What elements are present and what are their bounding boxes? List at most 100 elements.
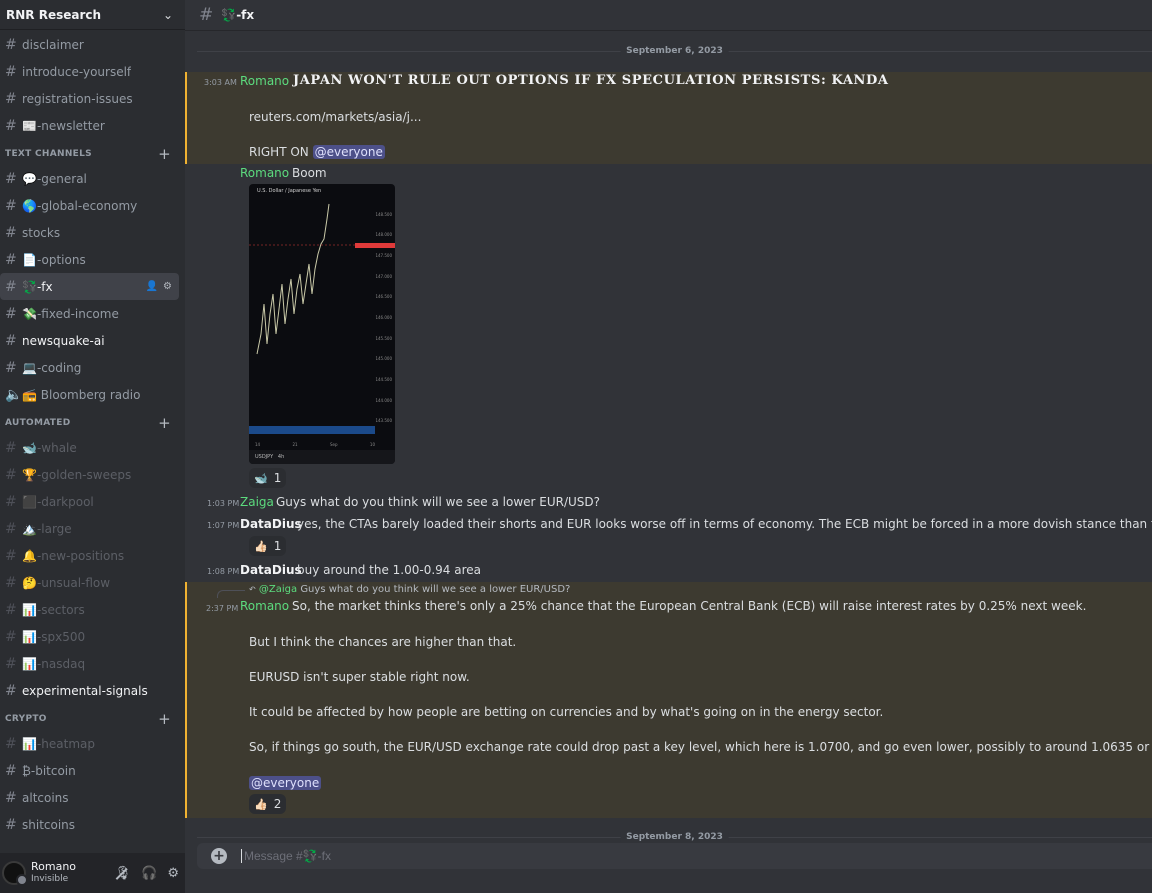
category-automated[interactable]: AUTOMATED +: [0, 408, 185, 434]
reply-preview[interactable]: ↶ @Zaiga Guys what do you think will we …: [249, 584, 570, 595]
chevron-down-icon[interactable]: ⌄: [163, 8, 173, 22]
hash-icon: #: [5, 547, 17, 564]
mention-everyone[interactable]: @everyone: [249, 776, 322, 790]
user-name: Romano: [31, 860, 77, 873]
message-list[interactable]: September 6, 2023 3:03 AM Romano JAPAN W…: [185, 32, 1152, 842]
channel-nasdaq[interactable]: # 📊-nasdaq: [0, 650, 179, 677]
category-text-channels[interactable]: TEXT CHANNELS +: [0, 139, 185, 165]
hash-icon: #: [5, 655, 17, 672]
channel-label: 💬-general: [22, 171, 87, 186]
reaction-whale[interactable]: 🐋 1: [249, 468, 287, 488]
reply-icon: ↶: [249, 585, 256, 594]
channel-coding[interactable]: # 💻-coding: [0, 354, 179, 381]
channel-fx[interactable]: # 💱-fx 👤 ⚙: [0, 273, 179, 300]
channel-general[interactable]: # 💬-general: [0, 165, 179, 192]
author-name[interactable]: Romano: [240, 166, 289, 180]
gear-icon[interactable]: ⚙: [167, 866, 179, 881]
chart-image-attachment[interactable]: U.S. Dollar / Japanese Yen 148.500 148.0…: [249, 184, 395, 464]
server-header[interactable]: RNR Research ⌄: [0, 0, 185, 30]
channel-label: altcoins: [22, 790, 69, 805]
channel-heatmap[interactable]: # 📊-heatmap: [0, 730, 179, 757]
hash-icon: #: [5, 466, 17, 483]
channel-list: # disclaimer # introduce-yourself # registr…: [0, 31, 185, 853]
channel-golden-sweeps[interactable]: # 🏆-golden-sweeps: [0, 461, 179, 488]
message-text: @everyone: [249, 776, 322, 790]
channel-unsual-flow[interactable]: # 🤔-unsual-flow: [0, 569, 179, 596]
channel-label: newsquake-ai: [22, 333, 105, 348]
channel-disclaimer[interactable]: # disclaimer: [0, 31, 179, 58]
channel-bloomberg-radio[interactable]: 🔈 📻 Bloomberg radio: [0, 381, 179, 408]
channel-global-economy[interactable]: # 🌎-global-economy: [0, 192, 179, 219]
channel-experimental-signals[interactable]: # experimental-signals: [0, 677, 179, 704]
headphones-icon[interactable]: 🎧: [141, 866, 157, 881]
price-tick: 147.000: [375, 274, 392, 279]
channel-darkpool[interactable]: # ⬛-darkpool: [0, 488, 179, 515]
mic-muted-icon[interactable]: 🎙: [115, 866, 132, 881]
speaker-icon: 🔈: [5, 386, 23, 403]
author-name[interactable]: DataDius: [240, 517, 302, 531]
invite-icon[interactable]: 👤: [146, 281, 158, 292]
whale-emoji-icon: 🐋: [254, 471, 268, 485]
price-chart-graphic: [249, 203, 375, 434]
avatar[interactable]: [2, 861, 28, 886]
channel-label: ₿-bitcoin: [22, 763, 76, 778]
category-crypto[interactable]: CRYPTO +: [0, 704, 185, 730]
channel-altcoins[interactable]: # altcoins: [0, 784, 179, 811]
channel-label: 🌎-global-economy: [22, 198, 138, 213]
add-channel-icon[interactable]: +: [158, 712, 171, 727]
mention-everyone[interactable]: @everyone: [312, 145, 385, 159]
channel-options[interactable]: # 📄-options: [0, 246, 179, 273]
channel-label: 📊-spx500: [22, 629, 86, 644]
hash-icon: #: [5, 170, 17, 187]
channel-header: # 💱-fx: [185, 0, 1152, 31]
timestamp: 2:37 PM: [206, 604, 239, 613]
price-axis: 148.500 148.000 147.500 147.000 146.500 …: [375, 202, 395, 424]
hash-icon: #: [5, 278, 17, 295]
message-input[interactable]: [241, 849, 841, 863]
author-name[interactable]: Romano: [240, 599, 289, 613]
author-name[interactable]: Zaiga: [240, 495, 274, 509]
channel-label: stocks: [22, 225, 61, 240]
channel-introduce-yourself[interactable]: # introduce-yourself: [0, 58, 179, 85]
time-tick: 21: [292, 442, 298, 447]
date-divider: September 8, 2023: [197, 832, 1152, 842]
channel-new-positions[interactable]: # 🔔-new-positions: [0, 542, 179, 569]
chart-footer: USDJPY 4h: [249, 450, 395, 464]
channel-bitcoin[interactable]: # ₿-bitcoin: [0, 757, 179, 784]
category-label: TEXT CHANNELS: [5, 149, 92, 159]
hash-icon: #: [5, 439, 17, 456]
hash-icon: #: [5, 90, 17, 107]
user-info[interactable]: Romano Invisible: [31, 860, 76, 886]
channel-newsletter[interactable]: # 📰-newsletter: [0, 112, 179, 139]
symbol-label: USDJPY: [255, 454, 274, 460]
channel-fixed-income[interactable]: # 💸-fixed-income: [0, 300, 179, 327]
channel-large[interactable]: # 🏔️-large: [0, 515, 179, 542]
channel-label: 💸-fixed-income: [22, 306, 119, 321]
channel-newsquake-ai[interactable]: # newsquake-ai: [0, 327, 179, 354]
channel-whale[interactable]: # 🐋-whale: [0, 434, 179, 461]
reaction-thumbsup[interactable]: 👍🏻 1: [249, 536, 287, 556]
channel-shitcoins[interactable]: # shitcoins: [0, 811, 179, 838]
user-tools: 🎙 🎧 ⚙: [115, 866, 179, 881]
channel-spx500[interactable]: # 📊-spx500: [0, 623, 179, 650]
channel-registration-issues[interactable]: # registration-issues: [0, 85, 179, 112]
hash-icon: #: [5, 117, 17, 134]
message-prefix: RIGHT ON: [249, 145, 309, 159]
gear-icon[interactable]: ⚙: [163, 281, 172, 292]
channel-stocks[interactable]: # stocks: [0, 219, 179, 246]
author-name[interactable]: DataDius: [240, 563, 302, 577]
channel-label: 🤔-unsual-flow: [22, 575, 111, 590]
sidebar: RNR Research ⌄ # disclaimer # introduce-yo…: [0, 0, 185, 893]
hash-icon: #: [5, 574, 17, 591]
channel-sectors[interactable]: # 📊-sectors: [0, 596, 179, 623]
author-name[interactable]: Romano: [240, 74, 289, 88]
link-text[interactable]: reuters.com/markets/asia/j...: [249, 110, 421, 124]
reaction-thumbsup[interactable]: 👍🏻 2: [249, 794, 287, 814]
add-attachment-icon[interactable]: +: [211, 848, 227, 864]
add-channel-icon[interactable]: +: [158, 147, 171, 162]
channel-label: 💱-fx: [22, 279, 53, 294]
add-channel-icon[interactable]: +: [158, 416, 171, 431]
hash-icon: #: [5, 493, 17, 510]
timestamp: 1:07 PM: [207, 521, 240, 530]
time-tick: 14: [255, 442, 261, 447]
